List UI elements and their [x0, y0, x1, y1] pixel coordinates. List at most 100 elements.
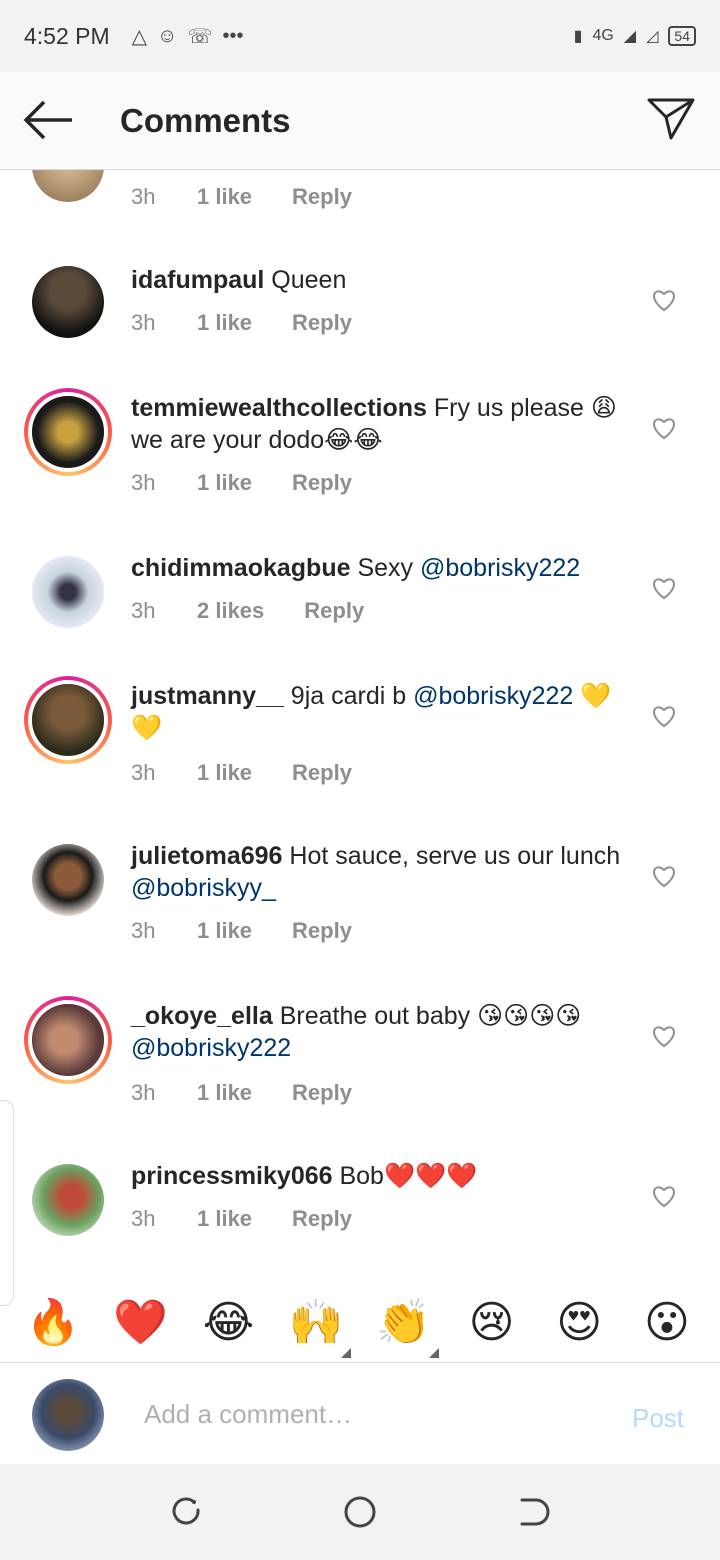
- comment-text: idafumpaul Queen: [131, 264, 621, 296]
- side-handle[interactable]: [0, 1100, 14, 1306]
- missed-call-icon: ☏: [187, 25, 213, 48]
- send-icon[interactable]: [646, 96, 696, 142]
- avatar[interactable]: [32, 844, 104, 916]
- reply-button[interactable]: Reply: [292, 470, 352, 496]
- emoji-clap[interactable]: 👏: [369, 1296, 439, 1358]
- emoji-heart[interactable]: ❤️: [106, 1296, 176, 1348]
- comment-body: Hot sauce, serve us our lunch: [282, 842, 621, 870]
- avatar[interactable]: [32, 1164, 104, 1236]
- comment-meta: 3h 1 like Reply: [131, 470, 352, 496]
- comment-likes[interactable]: 1 like: [197, 1080, 252, 1106]
- emoji-raised-hands[interactable]: 🙌: [281, 1296, 352, 1358]
- comment-likes[interactable]: 1 like: [197, 1206, 252, 1232]
- home-icon[interactable]: [342, 1494, 378, 1530]
- comment-username[interactable]: justmanny__: [131, 682, 284, 710]
- comment-likes[interactable]: 2 likes: [197, 598, 264, 624]
- comment-time: 3h: [131, 1206, 156, 1231]
- comment-meta: 3h 2 likes Reply: [131, 598, 364, 624]
- avatar-story-ring[interactable]: [24, 676, 112, 764]
- reply-button[interactable]: Reply: [292, 918, 352, 944]
- comment-mention[interactable]: @bobrisky222: [131, 1034, 291, 1062]
- comment-username[interactable]: idafumpaul: [131, 266, 264, 294]
- comment-likes[interactable]: 1 like: [197, 918, 252, 944]
- comment-likes[interactable]: 1 like: [197, 760, 252, 786]
- comment-likes[interactable]: 1 like: [197, 470, 252, 496]
- emoji-heart-eyes[interactable]: 😍: [544, 1297, 614, 1348]
- reply-button[interactable]: Reply: [292, 184, 352, 210]
- reply-button[interactable]: Reply: [292, 310, 352, 336]
- comment-text: _okoye_ella Breathe out baby 😘😘😘😘 @bobris…: [131, 1000, 621, 1064]
- comment-time: 3h: [131, 760, 156, 785]
- comment-meta: 3h 1 like Reply: [131, 1080, 352, 1106]
- comment-text: temmiewealthcollections Fry us please 😩 …: [131, 392, 621, 456]
- post-button[interactable]: Post: [632, 1403, 684, 1434]
- comment-username[interactable]: princessmiky066: [131, 1162, 333, 1190]
- avatar[interactable]: [32, 556, 104, 628]
- comment-body: Queen: [264, 266, 347, 294]
- heart-icon[interactable]: [651, 864, 677, 888]
- avatar[interactable]: [32, 170, 104, 202]
- comment-username[interactable]: _okoye_ella: [131, 1002, 273, 1030]
- comment-likes[interactable]: 1 like: [197, 310, 252, 336]
- comment-username[interactable]: temmiewealthcollections: [131, 394, 427, 422]
- wifi-icon: ◿: [646, 28, 659, 45]
- status-time: 4:52 PM: [24, 22, 110, 49]
- heart-icon[interactable]: [651, 1024, 677, 1048]
- status-right: ▮ 4G ◢ ◿ 54: [574, 26, 696, 46]
- comment-text: chidimmaokagbue Sexy @bobrisky222: [131, 552, 621, 584]
- comment-text: julietoma696 Hot sauce, serve us our lun…: [131, 840, 621, 904]
- avatar-image: [32, 844, 104, 916]
- avatar-image: [32, 1164, 104, 1236]
- recents-icon[interactable]: [168, 1494, 204, 1530]
- comment-time: 3h: [131, 470, 156, 495]
- emoji-fire[interactable]: 🔥: [18, 1296, 88, 1348]
- my-avatar: [32, 1379, 104, 1451]
- comment-body: Sexy: [350, 554, 420, 582]
- comment-time: 3h: [131, 1080, 156, 1105]
- comment-meta: 3h 1 like Reply: [131, 918, 352, 944]
- heart-icon[interactable]: [651, 704, 677, 728]
- comment-text: princessmiky066 Bob❤️❤️❤️: [131, 1160, 621, 1192]
- comment-mention[interactable]: @bobriskyy_: [131, 874, 276, 902]
- comment-username[interactable]: julietoma696: [131, 842, 282, 870]
- back-icon[interactable]: [516, 1494, 552, 1530]
- emoji-surprised[interactable]: 😮: [632, 1297, 702, 1348]
- comment-meta: 3h 1 like Reply: [131, 760, 352, 786]
- comment-meta: 3h 1 like Reply: [131, 310, 352, 336]
- avatar-image: [32, 170, 104, 202]
- heart-icon[interactable]: [651, 288, 677, 312]
- header: Comments: [0, 72, 720, 170]
- heart-icon[interactable]: [651, 1184, 677, 1208]
- page-title: Comments: [120, 102, 291, 139]
- reply-button[interactable]: Reply: [292, 1206, 352, 1232]
- comment-mention[interactable]: @bobrisky222: [413, 682, 573, 710]
- avatar-image: [32, 1379, 104, 1451]
- comment-input[interactable]: [144, 1399, 604, 1430]
- emoji-cry[interactable]: 😢: [457, 1297, 527, 1348]
- comment-time: 3h: [131, 918, 156, 943]
- comment-likes[interactable]: 1 like: [197, 184, 252, 210]
- avatar-image: [32, 684, 104, 756]
- comment-body: 9ja cardi b: [283, 682, 414, 710]
- comment-list[interactable]: 3h 1 like Reply idafumpaul Queen 3h 1 li…: [0, 170, 720, 1280]
- more-dots-icon: •••: [222, 24, 244, 47]
- comment-mention[interactable]: @bobrisky222: [420, 554, 580, 582]
- heart-icon[interactable]: [651, 416, 677, 440]
- status-bar: 4:52 PM △ ☺ ☏ ••• ▮ 4G ◢ ◿ 54: [0, 0, 720, 72]
- comment-time: 3h: [131, 310, 156, 335]
- avatar-story-ring[interactable]: [24, 996, 112, 1084]
- comment-username[interactable]: chidimmaokagbue: [131, 554, 351, 582]
- heart-icon[interactable]: [651, 576, 677, 600]
- emoji-joy[interactable]: 😂: [193, 1297, 263, 1348]
- avatar-image: [32, 396, 104, 468]
- arrow-left-icon[interactable]: [22, 100, 74, 140]
- avatar-story-ring[interactable]: [24, 388, 112, 476]
- reply-button[interactable]: Reply: [292, 1080, 352, 1106]
- reply-button[interactable]: Reply: [292, 760, 352, 786]
- comment-time: 3h: [131, 598, 156, 623]
- reply-button[interactable]: Reply: [304, 598, 364, 624]
- comment-text: justmanny__ 9ja cardi b @bobrisky222 💛💛: [131, 680, 621, 744]
- avatar-image: [32, 556, 104, 628]
- alert-triangle-icon: △: [131, 25, 148, 48]
- avatar[interactable]: [32, 266, 104, 338]
